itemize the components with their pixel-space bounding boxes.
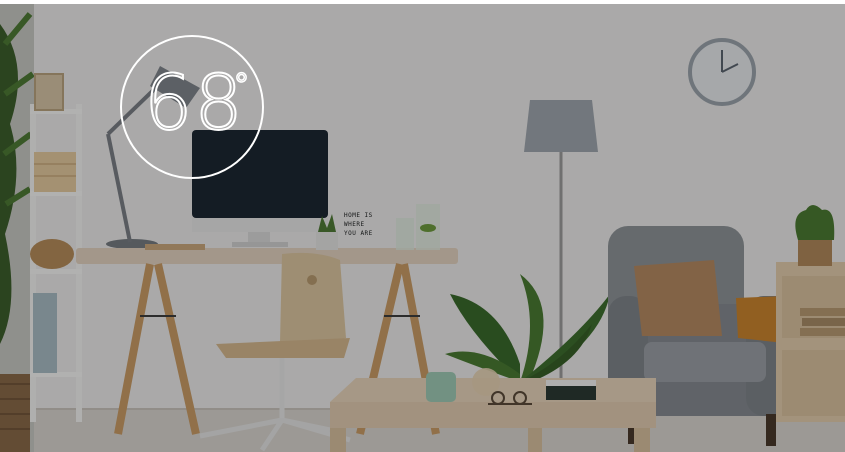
wall-clock bbox=[688, 38, 756, 106]
letter-board-line: YOU ARE bbox=[344, 230, 373, 237]
letter-board: HOME IS WHERE YOU ARE bbox=[344, 211, 384, 238]
living-room-photo bbox=[0, 4, 845, 452]
temperature-value: 68 bbox=[143, 58, 245, 147]
letter-board-line: WHERE bbox=[344, 221, 365, 228]
hero-banner: HOME IS WHERE YOU ARE 68 ° bbox=[0, 4, 845, 452]
letter-board-line: HOME IS bbox=[344, 212, 373, 219]
palm-plant bbox=[0, 4, 35, 452]
temperature-widget[interactable]: 68 ° bbox=[120, 35, 264, 179]
degree-symbol: ° bbox=[233, 68, 250, 103]
